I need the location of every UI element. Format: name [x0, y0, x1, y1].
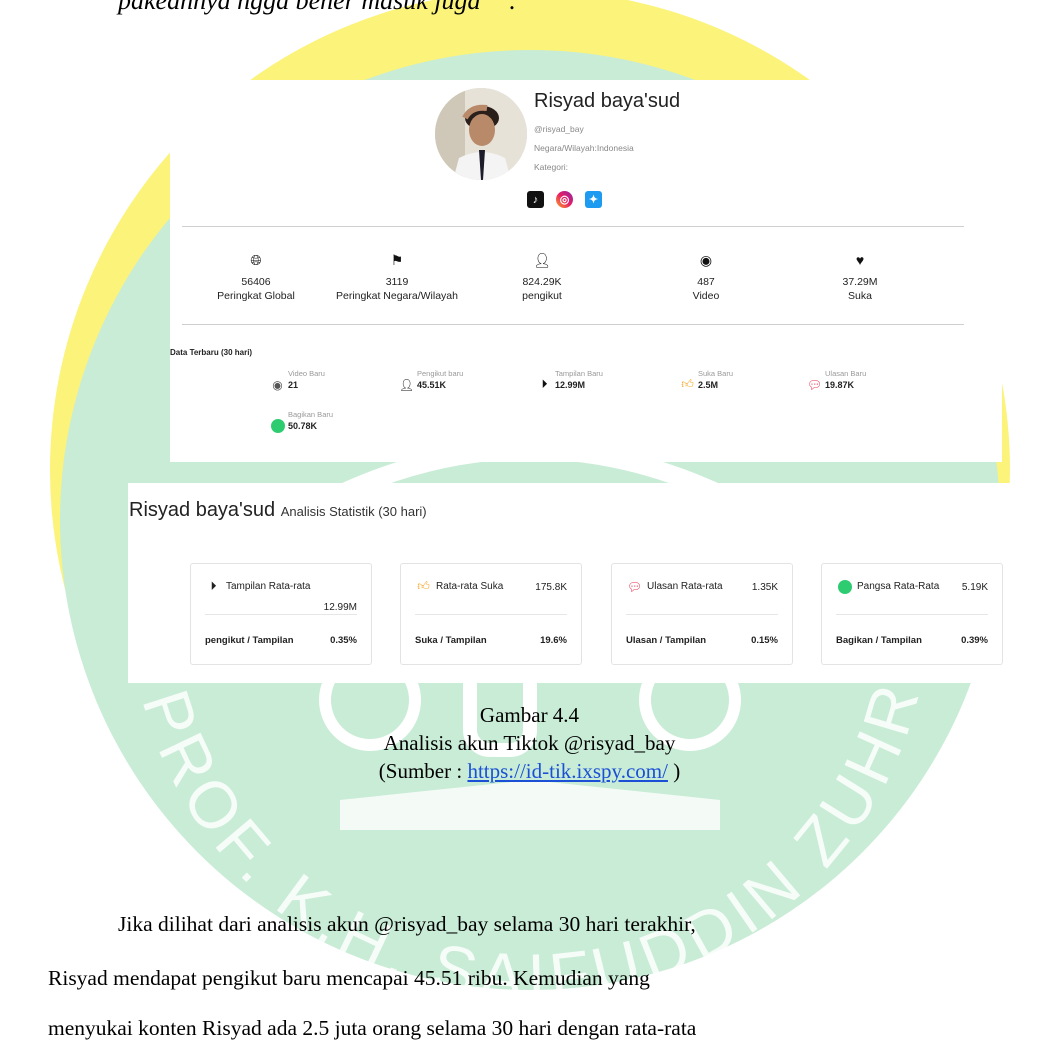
twitter-icon[interactable]: ✦	[585, 191, 602, 208]
play-icon: ⏵	[541, 377, 548, 391]
recent-value: 45.51K	[417, 380, 447, 390]
profile-region: Negara/Wilayah:Indonesia	[534, 143, 634, 153]
comment-icon: 💬︎	[806, 377, 823, 392]
stat-global-rank: 🌐︎ 56406 Peringkat Global	[176, 252, 336, 303]
analysis-panel: Risyad baya'sud Analisis Statistik (30 h…	[128, 483, 1059, 683]
card-title: Ulasan Rata-rata	[647, 581, 723, 592]
recent-value: 2.5M	[698, 380, 719, 390]
recent-label: Suka Baru	[698, 369, 734, 378]
stat-value: 824.29K	[522, 276, 562, 288]
recent-value: 50.78K	[288, 421, 318, 431]
play-icon: ⏵	[210, 579, 217, 593]
stat-country-rank: ⚑ 3119 Peringkat Negara/Wilayah	[317, 252, 477, 303]
paragraph-line-3: menyukai konten Risyad ada 2.5 juta oran…	[48, 1016, 697, 1040]
comment-icon: 💬︎	[626, 579, 643, 594]
card-value: 1.35K	[751, 582, 778, 593]
stat-label: Suka	[848, 290, 872, 302]
card-footer-value: 0.35%	[330, 635, 357, 646]
card-divider	[415, 614, 567, 615]
card-title: Rata-rata Suka	[436, 581, 504, 592]
share-icon	[836, 578, 853, 595]
profile-name: Risyad baya'sud	[534, 90, 681, 112]
recent-label: Video Baru	[288, 369, 325, 378]
globe-icon: 🌐︎	[250, 252, 262, 268]
recent-value: 12.99M	[555, 380, 586, 390]
profile-handle: @risyad_bay	[534, 124, 584, 134]
paragraph-line-2: Risyad mendapat pengikut baru mencapai 4…	[48, 966, 650, 990]
stat-label: Peringkat Global	[217, 290, 295, 302]
share-icon	[270, 418, 285, 433]
card-divider	[836, 614, 988, 615]
recent-label: Pengikut baru	[417, 369, 464, 378]
card-value: 175.8K	[535, 582, 567, 593]
profile-category: Kategori:	[534, 162, 569, 172]
recent-value: 19.87K	[825, 380, 855, 390]
paragraph-line-1: Jika dilihat dari analisis akun @risyad_…	[118, 912, 696, 936]
divider	[182, 324, 964, 325]
user-icon: 👤︎	[533, 252, 551, 268]
flag-icon: ⚑	[390, 252, 404, 268]
card-avg-likes: 👍︎ Rata-rata Suka 175.8K Suka / Tampilan …	[400, 563, 582, 665]
recent-label: Ulasan Baru	[825, 369, 867, 378]
recent-data-title: Data Terbaru (30 hari)	[170, 348, 253, 357]
card-avg-views: ⏵ Tampilan Rata-rata 12.99M pengikut / Ta…	[190, 563, 372, 665]
card-footer-value: 0.39%	[961, 635, 988, 646]
card-footer-label: pengikut / Tampilan	[205, 635, 294, 646]
analysis-title: Risyad baya'sud Analisis Statistik (30 h…	[129, 499, 427, 522]
stat-label: Peringkat Negara/Wilayah	[336, 290, 458, 302]
source-prefix: (Sumber :	[378, 759, 468, 783]
thumbs-up-icon: 👍︎	[681, 377, 694, 391]
card-footer-label: Ulasan / Tampilan	[626, 635, 707, 646]
stat-label: pengikut	[522, 290, 562, 302]
tiktok-icon[interactable]: ♪	[527, 191, 544, 208]
preceding-text-line: pakeannya ngga bener masuk juga””.	[118, 0, 516, 15]
card-title: Tampilan Rata-rata	[226, 581, 311, 592]
thumbs-up-icon: 👍︎	[417, 579, 430, 593]
figure-title: Analisis akun Tiktok @risyad_bay	[383, 731, 676, 755]
recent-value: 21	[288, 380, 299, 390]
card-avg-comments: 💬︎ Ulasan Rata-rata 1.35K Ulasan / Tampil…	[611, 563, 793, 665]
avatar[interactable]	[435, 88, 527, 180]
heart-icon: ♥	[855, 252, 865, 268]
stat-value: 3119	[385, 276, 409, 288]
video-icon: ◉	[699, 252, 713, 268]
analysis-subtitle: Analisis Statistik (30 hari)	[280, 504, 427, 519]
source-suffix: )	[667, 759, 681, 783]
card-footer-label: Bagikan / Tampilan	[836, 635, 922, 646]
card-value: 12.99M	[323, 602, 357, 613]
card-value: 5.19K	[961, 582, 988, 593]
stat-label: Video	[692, 290, 720, 302]
card-title: Pangsa Rata-Rata	[857, 581, 940, 592]
divider	[182, 226, 964, 227]
recent-label: Bagikan Baru	[288, 410, 334, 419]
card-divider	[626, 614, 778, 615]
instagram-icon[interactable]: ◎	[556, 191, 573, 208]
figure-number: Gambar 4.4	[479, 703, 580, 727]
card-avg-shares: Pangsa Rata-Rata 5.19K Bagikan / Tampila…	[821, 563, 1003, 665]
stat-videos: ◉ 487 Video	[626, 252, 786, 303]
analysis-name: Risyad baya'sud	[129, 499, 276, 521]
stat-value: 37.29M	[842, 276, 878, 288]
figure-source: (Sumber : https://id-tik.ixspy.com/ )	[0, 759, 1059, 784]
recent-label: Tampilan Baru	[555, 369, 603, 378]
social-links: ♪ ◎ ✦	[527, 191, 602, 208]
profile-panel: Risyad baya'sud @risyad_bay Negara/Wilay…	[170, 80, 1002, 462]
stat-likes: ♥ 37.29M Suka	[780, 252, 940, 303]
card-footer-label: Suka / Tampilan	[415, 635, 487, 646]
stat-value: 56406	[241, 276, 271, 288]
stats-row: 🌐︎ 56406 Peringkat Global ⚑ 3119 Peringk…	[170, 252, 1002, 312]
stat-followers: 👤︎ 824.29K pengikut	[462, 252, 622, 303]
video-icon: ◉	[272, 377, 283, 392]
card-footer-value: 0.15%	[751, 635, 778, 646]
card-divider	[205, 614, 357, 615]
user-icon: 👤︎	[398, 377, 415, 392]
card-footer-value: 19.6%	[540, 635, 567, 646]
source-link[interactable]: https://id-tik.ixspy.com/	[467, 759, 667, 783]
stat-value: 487	[697, 276, 715, 288]
